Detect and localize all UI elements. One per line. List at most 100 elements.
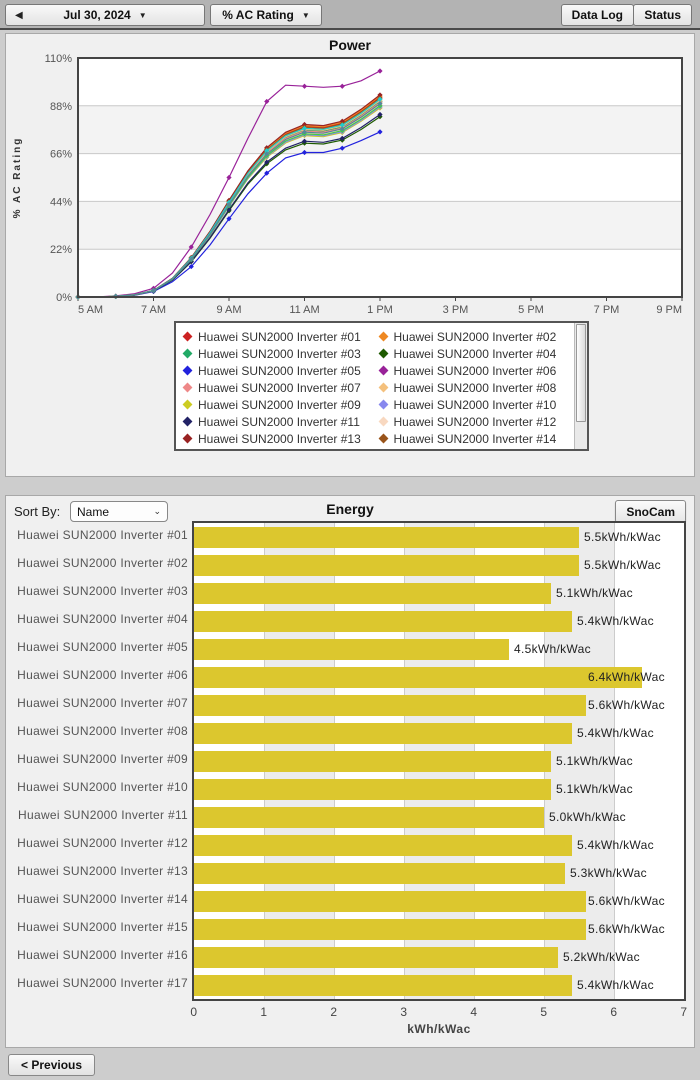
- energy-bar[interactable]: [194, 806, 544, 828]
- power-legend: Huawei SUN2000 Inverter #01 Huawei SUN200…: [174, 321, 589, 451]
- toolbar: ◀ Jul 30, 2024 ▼ % AC Rating ▼ Data Log …: [0, 0, 700, 30]
- energy-bar[interactable]: [194, 890, 586, 912]
- energy-bar-value: 5.4kWh/kWac: [577, 726, 654, 740]
- legend-item[interactable]: Huawei SUN2000 Inverter #05: [182, 362, 374, 379]
- back-arrow-icon[interactable]: ◀: [15, 10, 23, 21]
- inverter-row-label: Huawei SUN2000 Inverter #15: [17, 920, 188, 934]
- data-log-button[interactable]: Data Log: [560, 4, 634, 26]
- energy-bar[interactable]: [194, 778, 551, 800]
- snocam-button[interactable]: SnoCam: [615, 500, 686, 523]
- legend-label: Huawei SUN2000 Inverter #03: [198, 346, 361, 361]
- inverter-row-label: Huawei SUN2000 Inverter #08: [17, 724, 188, 738]
- energy-bar-value: 5.6kWh/kWac: [588, 894, 665, 908]
- energy-bar[interactable]: [194, 526, 579, 548]
- energy-x-tick: 0: [190, 1005, 198, 1019]
- svg-text:9 AM: 9 AM: [216, 304, 241, 316]
- svg-text:110%: 110%: [45, 53, 73, 65]
- legend-item[interactable]: Huawei SUN2000 Inverter #02: [378, 328, 570, 345]
- legend-color-marker: [378, 399, 388, 410]
- legend-label: Huawei SUN2000 Inverter #09: [198, 397, 361, 412]
- legend-label: Huawei SUN2000 Inverter #14: [393, 431, 557, 446]
- power-line-chart: 0% 22% 44% 66% 88% 110% 5 AM 7 AM 9 AM 11 AM 1 PM 3…: [12, 53, 683, 316]
- legend-label: Huawei SUN2000 Inverter #01: [198, 329, 361, 344]
- power-panel: Power 0% 22% 44% 66% 88% 110% 5 AM 7 AM 9 AM 11 A…: [5, 33, 695, 477]
- energy-bar[interactable]: [194, 946, 558, 968]
- energy-bar[interactable]: [194, 666, 642, 688]
- energy-bar[interactable]: [194, 974, 572, 996]
- energy-x-tick: 5: [540, 1005, 548, 1019]
- legend-label: Huawei SUN2000 Inverter #08: [393, 380, 557, 395]
- energy-bar-value: 5.5kWh/kWac: [584, 530, 661, 544]
- inverter-row-label: Huawei SUN2000 Inverter #03: [17, 584, 188, 598]
- legend-item[interactable]: Huawei SUN2000 Inverter #04: [378, 345, 570, 362]
- inverter-row-label: Huawei SUN2000 Inverter #16: [17, 948, 188, 962]
- metric-selector[interactable]: % AC Rating ▼: [210, 4, 322, 26]
- previous-button[interactable]: < Previous: [8, 1054, 96, 1076]
- legend-item[interactable]: Huawei SUN2000 Inverter #13: [182, 430, 374, 447]
- energy-bar[interactable]: [194, 554, 579, 576]
- legend-color-marker: [378, 382, 388, 393]
- energy-x-tick: 2: [330, 1005, 338, 1019]
- legend-item[interactable]: Huawei SUN2000 Inverter #06: [378, 362, 570, 379]
- inverter-row-label: Huawei SUN2000 Inverter #07: [17, 696, 188, 710]
- energy-x-tick: 4: [470, 1005, 478, 1019]
- inverter-row-label: Huawei SUN2000 Inverter #10: [17, 780, 188, 794]
- svg-text:5 PM: 5 PM: [518, 304, 544, 316]
- legend-item[interactable]: Huawei SUN2000 Inverter #08: [378, 379, 570, 396]
- energy-x-tick: 7: [680, 1005, 688, 1019]
- energy-bar-value: 5.3kWh/kWac: [570, 866, 647, 880]
- energy-bar-value: 5.4kWh/kWac: [577, 978, 654, 992]
- svg-text:44%: 44%: [50, 196, 72, 208]
- legend-item[interactable]: Huawei SUN2000 Inverter #10: [378, 396, 570, 413]
- legend-item[interactable]: Huawei SUN2000 Inverter #07: [182, 379, 374, 396]
- energy-bar[interactable]: [194, 638, 509, 660]
- legend-color-marker: [378, 416, 388, 427]
- energy-bar[interactable]: [194, 750, 551, 772]
- energy-plot-area: 5.5kWh/kWac 5.5kWh/kWac 5.1kWh/kWac 5.4kWh/…: [192, 521, 686, 1001]
- date-label: Jul 30, 2024: [63, 8, 131, 22]
- energy-bar[interactable]: [194, 862, 565, 884]
- legend-item[interactable]: Huawei SUN2000 Inverter #11: [182, 413, 374, 430]
- chevron-down-icon: ▼: [301, 10, 310, 20]
- inverter-row-label: Huawei SUN2000 Inverter #04: [17, 612, 188, 626]
- energy-bar-value: 5.6kWh/kWac: [588, 922, 665, 936]
- svg-text:5 AM: 5 AM: [78, 304, 103, 316]
- energy-bar[interactable]: [194, 918, 586, 940]
- legend-item[interactable]: Huawei SUN2000 Inverter #03: [182, 345, 374, 362]
- energy-bar-value: 5.5kWh/kWac: [584, 558, 661, 572]
- metric-label: % AC Rating: [222, 8, 294, 22]
- legend-scrollbar[interactable]: [574, 323, 587, 449]
- legend-scrollbar-thumb[interactable]: [576, 324, 586, 423]
- energy-chart-title: Energy: [326, 501, 374, 517]
- date-selector[interactable]: ◀ Jul 30, 2024 ▼: [5, 4, 205, 26]
- inverter-row-label: Huawei SUN2000 Inverter #14: [17, 892, 188, 906]
- svg-text:22%: 22%: [50, 244, 72, 256]
- legend-item[interactable]: Huawei SUN2000 Inverter #14: [378, 430, 570, 447]
- energy-bar[interactable]: [194, 722, 572, 744]
- legend-color-marker: [182, 331, 193, 342]
- legend-item[interactable]: Huawei SUN2000 Inverter #12: [378, 413, 570, 430]
- legend-label: Huawei SUN2000 Inverter #06: [393, 363, 557, 378]
- energy-bar[interactable]: [194, 610, 572, 632]
- legend-color-marker: [182, 416, 193, 427]
- energy-bar-value: 5.2kWh/kWac: [563, 950, 640, 964]
- legend-label: Huawei SUN2000 Inverter #05: [198, 363, 361, 378]
- energy-bar[interactable]: [194, 834, 572, 856]
- status-button[interactable]: Status: [633, 4, 692, 26]
- energy-bar-value: 6.4kWh/kWac: [588, 670, 665, 684]
- energy-x-tick: 1: [260, 1005, 268, 1019]
- legend-item[interactable]: Huawei SUN2000 Inverter #01: [182, 328, 374, 345]
- legend-item[interactable]: Huawei SUN2000 Inverter #09: [182, 396, 374, 413]
- legend-label: Huawei SUN2000 Inverter #11: [198, 414, 360, 429]
- energy-bar-value: 5.4kWh/kWac: [577, 838, 654, 852]
- legend-color-marker: [182, 382, 193, 393]
- svg-text:7 PM: 7 PM: [594, 304, 620, 316]
- energy-bar-value: 5.4kWh/kWac: [577, 614, 654, 628]
- legend-color-marker: [182, 365, 193, 376]
- energy-bar-value: 4.5kWh/kWac: [514, 642, 591, 656]
- legend-color-marker: [378, 331, 388, 342]
- energy-bar[interactable]: [194, 582, 551, 604]
- inverter-row-label: Huawei SUN2000 Inverter #06: [17, 668, 188, 682]
- energy-bar[interactable]: [194, 694, 586, 716]
- svg-text:66%: 66%: [50, 149, 72, 161]
